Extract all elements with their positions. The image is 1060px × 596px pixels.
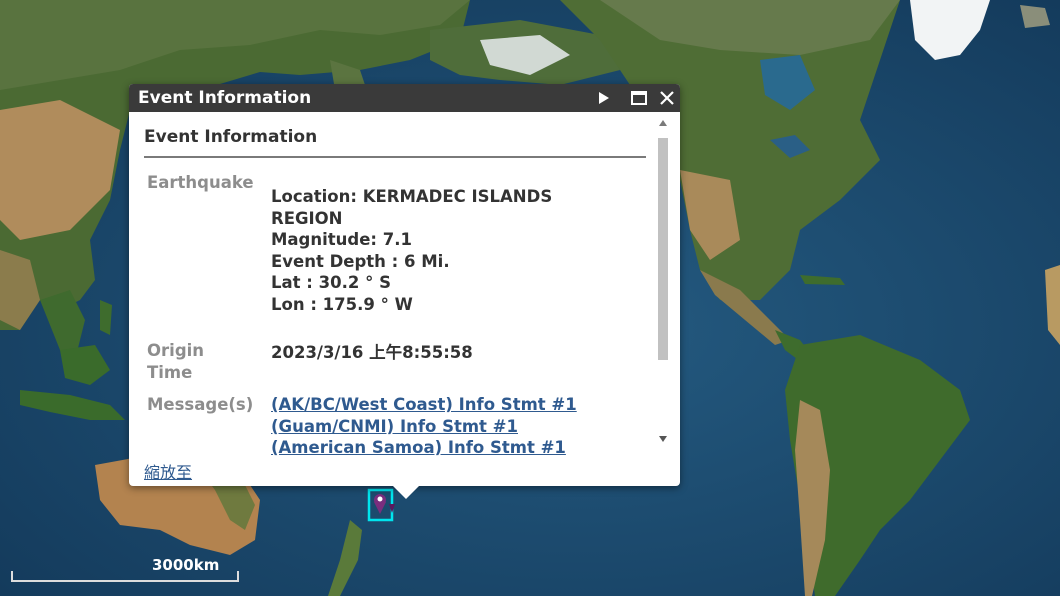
earthquake-details: Location: KERMADEC ISLANDS REGION Magnit… <box>271 186 552 315</box>
close-icon <box>660 91 674 105</box>
philippines <box>100 300 112 335</box>
messages-label: Message(s) <box>147 395 254 414</box>
heading-divider <box>144 156 646 158</box>
longitude-line: Lon : 175.9 ° W <box>271 294 413 314</box>
popup-scrollbar[interactable] <box>657 120 669 450</box>
scale-label: 3000km <box>152 556 220 574</box>
content-heading: Event Information <box>144 127 318 147</box>
origin-time-label-line-1: Origin <box>147 341 205 360</box>
origin-time-label: Origin Time <box>147 340 204 384</box>
zoom-to-link[interactable]: 縮放至 <box>144 459 192 483</box>
location-line: Location: KERMADEC ISLANDS <box>271 187 553 206</box>
magnitude-line: Magnitude: 7.1 <box>271 230 412 249</box>
popup-pointer <box>393 486 419 499</box>
latitude-line: Lat : 30.2 ° S <box>271 273 391 292</box>
scroll-up-arrow[interactable] <box>659 120 667 126</box>
play-icon <box>599 92 609 104</box>
popup-content[interactable]: Event Information Earthquake Location: K… <box>129 112 657 458</box>
scroll-thumb[interactable] <box>658 138 668 360</box>
event-info-popup: Event Information Event Information Eart… <box>129 84 680 486</box>
popup-title: Event Information <box>138 88 312 108</box>
message-link-ak-bc-west-coast[interactable]: (AK/BC/West Coast) Info Stmt #1 <box>271 394 577 416</box>
message-link-american-samoa[interactable]: (American Samoa) Info Stmt #1 <box>271 437 577 458</box>
depth-line: Event Depth : 6 Mi. <box>271 251 450 271</box>
maximize-button[interactable] <box>626 84 652 112</box>
origin-time-label-line-2: Time <box>147 363 193 382</box>
scroll-down-arrow[interactable] <box>659 436 667 442</box>
message-links: (AK/BC/West Coast) Info Stmt #1 (Guam/CN… <box>271 394 577 458</box>
earthquake-label: Earthquake <box>147 173 254 192</box>
play-button[interactable] <box>591 84 617 112</box>
maximize-icon <box>631 91 647 105</box>
popup-titlebar[interactable]: Event Information <box>129 84 680 112</box>
map-scale-bar: 3000km <box>0 555 240 596</box>
message-link-guam-cnmi[interactable]: (Guam/CNMI) Info Stmt #1 <box>271 416 577 438</box>
close-button[interactable] <box>654 84 680 112</box>
location-line-2: REGION <box>271 208 343 228</box>
origin-time-value: 2023/3/16 上午8:55:58 <box>271 343 473 362</box>
